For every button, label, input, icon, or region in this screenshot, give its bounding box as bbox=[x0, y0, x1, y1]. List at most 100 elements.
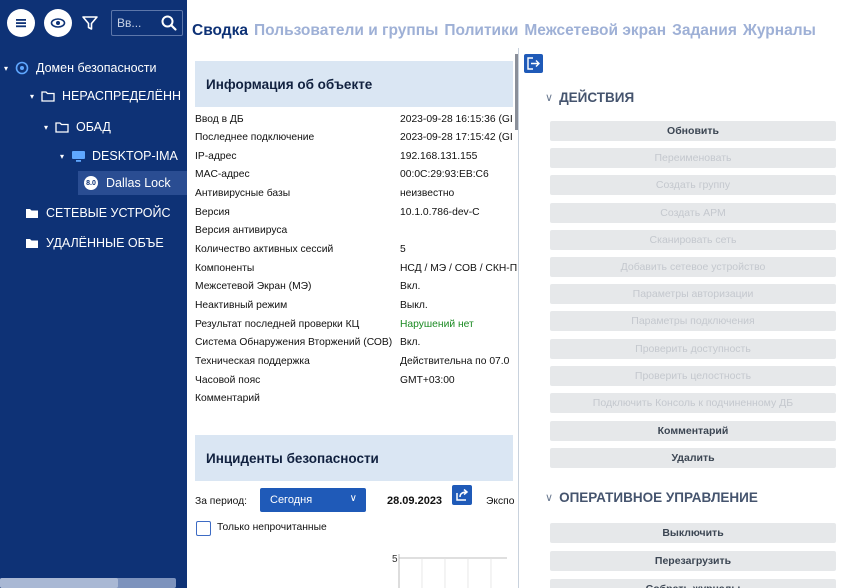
view-button[interactable] bbox=[44, 9, 72, 37]
add-network-device-button[interactable]: Добавить сетевое устройство bbox=[550, 257, 836, 277]
delete-button[interactable]: Удалить bbox=[550, 448, 836, 468]
filter-button[interactable] bbox=[76, 9, 104, 37]
tab-logs[interactable]: Журналы bbox=[743, 22, 816, 42]
tab-summary[interactable]: Сводка bbox=[192, 22, 248, 42]
chevron-down-icon: ∨ bbox=[545, 492, 554, 504]
sidebar: ▾ Домен безопасности ▾ НЕРАСПРЕДЕЛЁНН ▾ … bbox=[0, 0, 187, 588]
incidents-header: Инциденты безопасности bbox=[195, 435, 513, 481]
tree-item-unassigned[interactable]: ▾ НЕРАСПРЕДЕЛЁНН bbox=[30, 84, 181, 108]
folder-outline-icon bbox=[54, 120, 70, 134]
chevron-down-icon: ∨ bbox=[349, 493, 357, 504]
shutdown-button[interactable]: Выключить bbox=[550, 523, 836, 543]
info-value: 2023-09-28 16:15:36 (GI bbox=[400, 114, 513, 125]
check-availability-button[interactable]: Проверить доступность bbox=[550, 339, 836, 359]
menu-button[interactable] bbox=[7, 9, 35, 37]
object-info-header: Информация об объекте bbox=[195, 61, 513, 107]
period-select[interactable]: Сегодня ∨ bbox=[260, 488, 366, 512]
info-key: Последнее подключение bbox=[195, 132, 315, 143]
info-key: Версия антивируса bbox=[195, 225, 288, 236]
computer-icon bbox=[70, 149, 86, 163]
info-value: НСД / МЭ / СОВ / СКН-П bbox=[400, 263, 518, 274]
connect-console-button[interactable]: Подключить Консоль к подчиненному ДБ bbox=[550, 393, 836, 413]
tree-item-label: НЕРАСПРЕДЕЛЁНН bbox=[62, 89, 182, 103]
comment-button[interactable]: Комментарий bbox=[550, 421, 836, 441]
period-label: За период: bbox=[195, 496, 247, 507]
expand-arrow-icon[interactable]: ▾ bbox=[60, 152, 70, 161]
sidebar-scrollbar-thumb[interactable] bbox=[0, 578, 118, 588]
menu-icon bbox=[16, 19, 26, 28]
tree-item-desktop[interactable]: ▾ DESKTOP-IMA bbox=[60, 144, 178, 168]
summary-panel: Информация об объекте Ввод в ДБ 2023-09-2… bbox=[187, 48, 518, 588]
create-group-button[interactable]: Создать группу bbox=[550, 175, 836, 195]
actions-section-title: ДЕЙСТВИЯ bbox=[559, 90, 635, 105]
refresh-button[interactable]: Обновить bbox=[550, 121, 836, 141]
auth-params-button[interactable]: Параметры авторизации bbox=[550, 284, 836, 304]
info-key: Результат последней проверки КЦ bbox=[195, 319, 360, 330]
folder-icon bbox=[24, 236, 40, 250]
tree-item-label: УДАЛЁННЫЕ ОБЪЕ bbox=[46, 236, 164, 250]
info-key: Межсетевой Экран (МЭ) bbox=[195, 281, 312, 292]
check-integrity-button[interactable]: Проверить целостность bbox=[550, 366, 836, 386]
period-date[interactable]: 28.09.2023 bbox=[387, 495, 442, 507]
collapse-right-icon bbox=[527, 57, 540, 70]
tree-item-label: Домен безопасности bbox=[36, 61, 157, 75]
collapse-panel-button[interactable] bbox=[524, 54, 543, 73]
expand-arrow-icon[interactable]: ▾ bbox=[4, 64, 14, 73]
info-value: Действительна по 07.0 bbox=[400, 356, 510, 367]
export-button[interactable] bbox=[452, 485, 472, 505]
info-key: IP-адрес bbox=[195, 151, 237, 162]
info-key: Система Обнаружения Вторжений (СОВ) bbox=[195, 337, 393, 348]
info-value: Вкл. bbox=[400, 337, 421, 348]
info-value: Вкл. bbox=[400, 281, 421, 292]
tab-users-groups[interactable]: Пользователи и группы bbox=[254, 22, 438, 42]
filter-icon bbox=[82, 16, 98, 30]
folder-icon bbox=[24, 206, 40, 220]
tab-firewall[interactable]: Межсетевой экран bbox=[524, 22, 666, 42]
export-label[interactable]: Экспо bbox=[486, 496, 514, 507]
sidebar-toolbar bbox=[0, 0, 187, 46]
domain-icon bbox=[14, 61, 30, 75]
search-icon[interactable] bbox=[160, 14, 178, 32]
dallas-lock-badge-icon: 8.0 bbox=[84, 176, 98, 190]
tree-item-remote-objects[interactable]: УДАЛЁННЫЕ ОБЪЕ bbox=[24, 231, 164, 255]
rename-button[interactable]: Переименовать bbox=[550, 148, 836, 168]
tree-item-obad[interactable]: ▾ ОБАД bbox=[44, 115, 111, 139]
tree-item-label: Dallas Lock bbox=[106, 176, 171, 190]
integrity-status-value: Нарушений нет bbox=[400, 319, 474, 330]
reboot-button[interactable]: Перезагрузить bbox=[550, 551, 836, 571]
operational-section-title: ОПЕРАТИВНОЕ УПРАВЛЕНИЕ bbox=[559, 490, 758, 505]
unread-only-checkbox[interactable] bbox=[196, 521, 211, 536]
tree-item-label: DESKTOP-IMA bbox=[92, 149, 178, 163]
tree-item-security-domain[interactable]: ▾ Домен безопасности bbox=[4, 56, 187, 80]
info-key: Техническая поддержка bbox=[195, 356, 310, 367]
export-icon bbox=[456, 488, 469, 501]
actions-section-header[interactable]: ∨ ДЕЙСТВИЯ bbox=[545, 90, 634, 105]
tree-item-dallas-lock[interactable]: 8.0 Dallas Lock bbox=[78, 171, 187, 195]
create-workstation-button[interactable]: Создать АРМ bbox=[550, 203, 836, 223]
tree-item-network-devices[interactable]: СЕТЕВЫЕ УСТРОЙС bbox=[24, 201, 171, 225]
collect-logs-button[interactable]: Собрать журналы bbox=[550, 579, 836, 588]
chevron-down-icon: ∨ bbox=[545, 92, 554, 104]
info-key: Часовой пояс bbox=[195, 375, 261, 386]
expand-arrow-icon[interactable]: ▾ bbox=[44, 123, 54, 132]
tab-bar: Сводка Пользователи и группы Политики Ме… bbox=[192, 22, 822, 42]
info-key: Комментарий bbox=[195, 393, 260, 404]
info-key: MAC-адрес bbox=[195, 169, 250, 180]
info-value: 2023-09-28 17:15:42 (GI bbox=[400, 132, 513, 143]
tab-tasks[interactable]: Задания bbox=[672, 22, 737, 42]
scan-network-button[interactable]: Сканировать сеть bbox=[550, 230, 836, 250]
info-value: Выкл. bbox=[400, 300, 428, 311]
tree-item-label: ОБАД bbox=[76, 120, 111, 134]
info-key: Компоненты bbox=[195, 263, 255, 274]
info-value: 5 bbox=[400, 244, 406, 255]
connection-params-button[interactable]: Параметры подключения bbox=[550, 311, 836, 331]
info-key: Количество активных сессий bbox=[195, 244, 334, 255]
info-key: Антивирусные базы bbox=[195, 188, 291, 199]
incidents-chart bbox=[398, 554, 507, 588]
operational-section-header[interactable]: ∨ ОПЕРАТИВНОЕ УПРАВЛЕНИЕ bbox=[545, 490, 758, 505]
search-box bbox=[111, 10, 183, 36]
info-value: 00:0C:29:93:EB:C6 bbox=[400, 169, 489, 180]
expand-arrow-icon[interactable]: ▾ bbox=[30, 92, 40, 101]
search-input[interactable] bbox=[117, 15, 161, 31]
tab-policies[interactable]: Политики bbox=[444, 22, 518, 42]
